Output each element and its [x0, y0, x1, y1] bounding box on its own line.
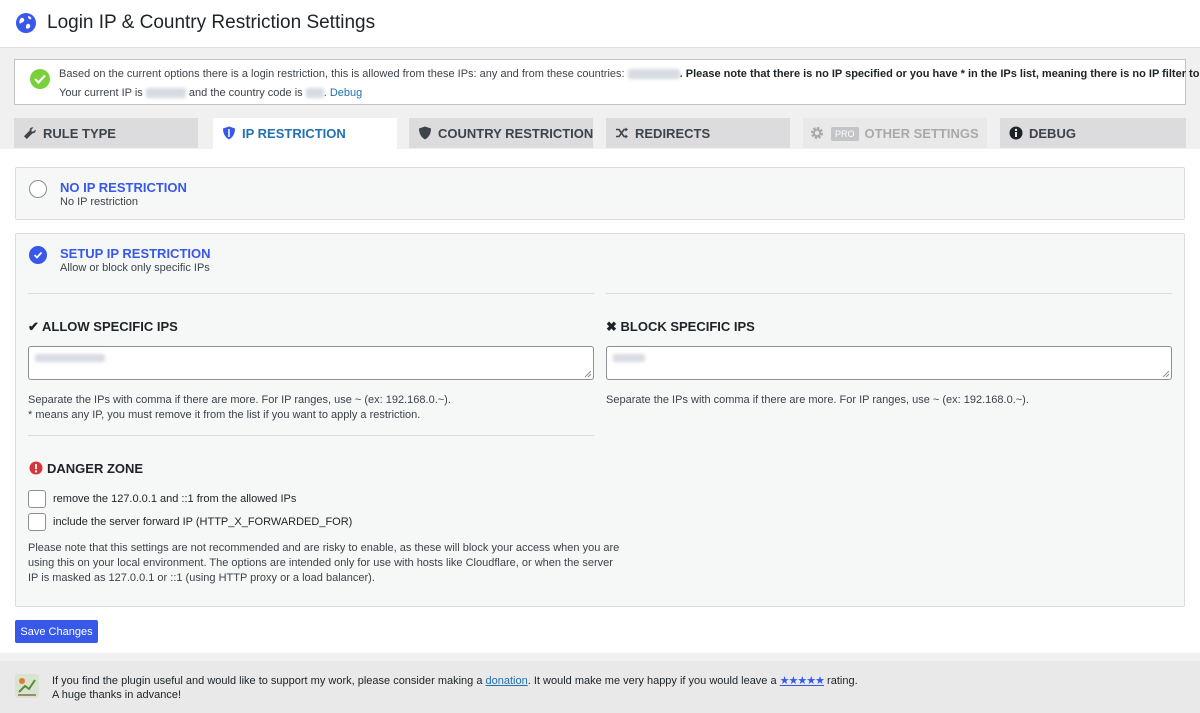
danger-icon: [29, 461, 43, 475]
settings-tabs: Rule Type IP Restriction Country Restric…: [14, 118, 1186, 149]
page-header: Login IP & Country Restriction Settings: [0, 0, 1200, 48]
tab-rule-type[interactable]: Rule Type: [14, 118, 198, 148]
forwarded-ip-checkbox[interactable]: [28, 513, 46, 531]
tab-label: Rule Type: [43, 126, 116, 141]
tab-ip-restriction[interactable]: IP Restriction: [213, 118, 397, 149]
wrench-icon: [24, 127, 36, 139]
option-subtitle: Allow or block only specific IPs: [60, 262, 210, 274]
gear-icon: [811, 127, 823, 139]
remove-localhost-label[interactable]: remove the 127.0.0.1 and ::1 from the al…: [53, 493, 296, 505]
help-line: Separate the IPs with comma if there are…: [28, 394, 451, 406]
blurred-countries: [627, 69, 680, 80]
tab-other-settings[interactable]: PRO Other Settings: [803, 118, 987, 148]
status-notice: Based on the current options there is a …: [14, 59, 1200, 105]
resize-grip-icon[interactable]: [1162, 370, 1169, 377]
tab-label: Country Restriction: [438, 126, 594, 141]
divider: [606, 293, 1172, 294]
help-line: * means any IP, you must remove it from …: [28, 409, 421, 421]
tab-country-restriction[interactable]: Country Restriction: [409, 118, 593, 148]
shield-icon: [419, 126, 431, 140]
globe-icon: [16, 13, 36, 33]
tab-label: Redirects: [635, 126, 711, 141]
debug-link[interactable]: Debug: [330, 87, 362, 99]
current-ip-label: Your current IP is: [59, 87, 143, 99]
allow-ips-help: Separate the IPs with comma if there are…: [28, 393, 451, 423]
radio-setup-ip-restriction[interactable]: [29, 246, 47, 264]
support-text: . It would make me very happy if you wou…: [527, 675, 777, 687]
notice-line-restriction: Based on the current options there is a …: [59, 68, 1200, 80]
shuffle-icon: [616, 127, 628, 139]
danger-zone-note: Please note that this settings are not r…: [28, 541, 619, 586]
block-ips-heading: ✖ Block Specific IPs: [606, 319, 755, 334]
blurred-ip: [145, 88, 186, 99]
thanks-text: A huge thanks in advance!: [52, 689, 182, 701]
pro-badge: PRO: [831, 127, 859, 141]
block-ips-help: Separate the IPs with comma if there are…: [606, 394, 1029, 406]
rating-stars-link[interactable]: ★★★★★: [780, 675, 825, 687]
tab-label: IP Restriction: [242, 126, 346, 141]
blurred-country-code: [305, 88, 324, 99]
note-line: IP is masked as 127.0.0.1 or ::1 (using …: [28, 572, 375, 584]
plugin-logo-icon: [15, 674, 39, 698]
forwarded-ip-label[interactable]: include the server forward IP (HTTP_X_FO…: [53, 516, 352, 528]
success-check-icon: [30, 69, 50, 89]
radio-no-ip-restriction[interactable]: [29, 180, 47, 198]
tab-label: Other Settings: [864, 126, 979, 141]
notice-warning-text: . Please note that there is no IP specif…: [679, 68, 1200, 80]
notice-text: Based on the current options there is a …: [59, 68, 625, 80]
divider: [28, 293, 594, 294]
allow-ips-heading: ✔ Allow Specific IPs: [28, 319, 178, 334]
support-footer: If you find the plugin useful and would …: [0, 661, 1200, 713]
divider: [28, 435, 594, 436]
blurred-allowed-ips: [35, 354, 105, 362]
tab-label: Debug: [1029, 126, 1076, 141]
note-line: using this on your local environment. Th…: [28, 557, 613, 569]
resize-grip-icon[interactable]: [584, 370, 591, 377]
support-message: If you find the plugin useful and would …: [52, 674, 858, 687]
save-changes-button[interactable]: Save Changes: [15, 620, 98, 643]
option-title: Setup IP Restriction: [60, 246, 211, 261]
tab-redirects[interactable]: Redirects: [606, 118, 790, 148]
support-text: If you find the plugin useful and would …: [52, 675, 483, 687]
option-no-ip-restriction[interactable]: No IP Restriction No IP restriction: [15, 167, 1185, 220]
block-ips-textarea[interactable]: [606, 346, 1172, 380]
country-code-label: and the country code is: [188, 87, 303, 99]
notice-line-current-ip: Your current IP is and the country code …: [59, 87, 363, 99]
note-line: Please note that this settings are not r…: [28, 542, 620, 554]
option-subtitle: No IP restriction: [60, 196, 139, 208]
page-title: Login IP & Country Restriction Settings: [47, 12, 376, 33]
danger-zone-heading: Danger Zone: [47, 461, 144, 476]
option-setup-ip-restriction: Setup IP Restriction Allow or block only…: [15, 233, 1185, 607]
support-text: rating.: [827, 675, 858, 687]
tab-debug[interactable]: Debug: [1000, 118, 1186, 148]
allow-ips-textarea[interactable]: [28, 346, 594, 380]
blurred-blocked-ips: [613, 354, 645, 362]
option-title: No IP Restriction: [60, 180, 187, 195]
remove-localhost-checkbox[interactable]: [28, 490, 46, 508]
donation-link[interactable]: donation: [486, 675, 528, 687]
shield-icon: [223, 126, 235, 140]
info-icon: [1009, 126, 1023, 140]
